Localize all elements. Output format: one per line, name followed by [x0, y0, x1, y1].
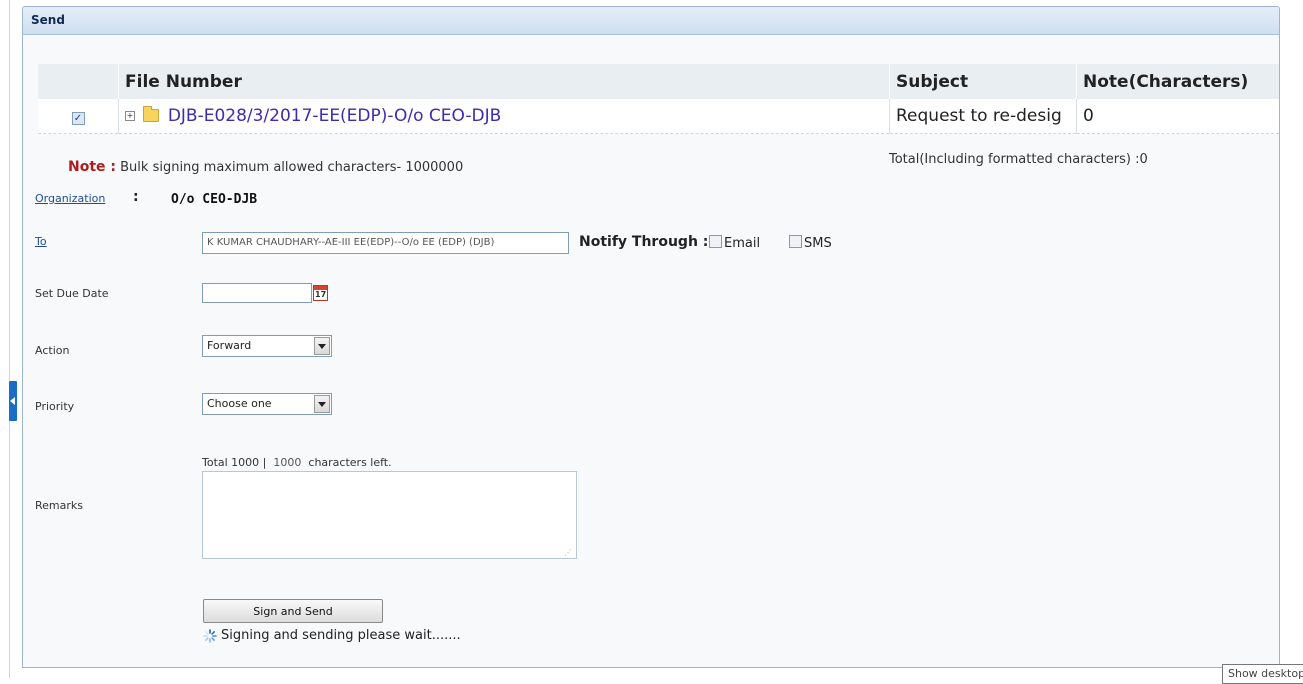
header-note-characters: Note(Characters)	[1083, 71, 1249, 92]
calendar-day: 17	[315, 290, 327, 299]
priority-label: Priority	[35, 400, 75, 413]
notify-through-label: Notify Through :	[579, 234, 709, 250]
collapse-arrow-icon[interactable]	[9, 381, 17, 421]
show-desktop-tooltip: Show desktop	[1222, 664, 1303, 684]
panel-title: Send	[23, 7, 1279, 35]
total-characters: Total(Including formatted characters) :0	[889, 152, 1148, 167]
header-file-number: File Number	[118, 64, 890, 99]
note-characters-cell: 0	[1076, 99, 1279, 134]
action-select[interactable]: Forward	[202, 335, 332, 357]
remarks-textarea[interactable]	[202, 471, 577, 559]
header-subject: Subject	[889, 64, 1077, 99]
note-text: Bulk signing maximum allowed characters-…	[120, 160, 464, 175]
note-key: Note :	[68, 159, 116, 175]
organization-colon: :	[133, 189, 139, 205]
status-text: Signing and sending please wait.......	[221, 628, 461, 643]
file-number-link[interactable]: DJB-E028/3/2017-EE(EDP)-O/o CEO-DJB	[168, 106, 501, 126]
sign-and-send-button[interactable]: Sign and Send	[203, 599, 383, 623]
organization-value: O/o CEO-DJB	[171, 192, 258, 207]
organization-link[interactable]: Organization	[35, 192, 105, 205]
due-date-input[interactable]	[202, 283, 312, 303]
table-row: ✓ + DJB-E028/3/2017-EE(EDP)-O/o CEO-DJB …	[38, 99, 1279, 134]
checkbox-checked-icon[interactable]: ✓	[71, 111, 85, 125]
sms-checkbox[interactable]	[789, 235, 802, 248]
left-rail	[9, 0, 10, 678]
remarks-label: Remarks	[35, 499, 83, 512]
to-link[interactable]: To	[35, 235, 47, 248]
sms-option[interactable]: SMS	[789, 235, 832, 251]
table-header-row: File Number Subject Note(Characters)	[38, 64, 1279, 99]
chevron-down-icon[interactable]	[314, 395, 330, 413]
tree-expand-icon[interactable]: +	[125, 110, 135, 121]
files-table: File Number Subject Note(Characters) ✓ +…	[38, 64, 1279, 134]
email-label: Email	[724, 236, 761, 251]
action-selected: Forward	[207, 339, 252, 352]
file-number-cell: + DJB-E028/3/2017-EE(EDP)-O/o CEO-DJB	[118, 99, 890, 134]
email-checkbox[interactable]	[709, 235, 722, 248]
priority-selected: Choose one	[207, 397, 272, 410]
resize-grip-icon[interactable]: ⋰	[564, 548, 572, 557]
subject-cell: Request to re-desig	[889, 99, 1077, 134]
counter-total: Total 1000 |	[202, 456, 267, 469]
action-label: Action	[35, 344, 70, 357]
loading-spinner-icon	[203, 629, 217, 643]
left-edge	[0, 0, 6, 678]
row-select-cell: ✓	[38, 99, 119, 134]
remarks-counter: Total 1000 | 1000 characters left.	[202, 456, 392, 469]
counter-chars-left: 1000	[273, 456, 302, 469]
calendar-icon[interactable]: 17	[313, 285, 328, 301]
sms-label: SMS	[804, 236, 832, 251]
send-panel: Send File Number Subject Note(Characters…	[22, 6, 1280, 668]
chevron-down-icon[interactable]	[314, 337, 330, 355]
due-date-label: Set Due Date	[35, 287, 109, 300]
counter-suffix: characters left.	[308, 456, 392, 469]
email-option[interactable]: Email	[709, 235, 760, 251]
bulk-note: Note : Bulk signing maximum allowed char…	[68, 159, 463, 175]
to-label-wrap: To	[35, 235, 47, 248]
to-recipient-field[interactable]: K KUMAR CHAUDHARY--AE-III EE(EDP)--O/o E…	[202, 232, 569, 254]
header-select	[38, 64, 119, 99]
priority-select[interactable]: Choose one	[202, 393, 332, 415]
folder-icon	[143, 106, 160, 123]
